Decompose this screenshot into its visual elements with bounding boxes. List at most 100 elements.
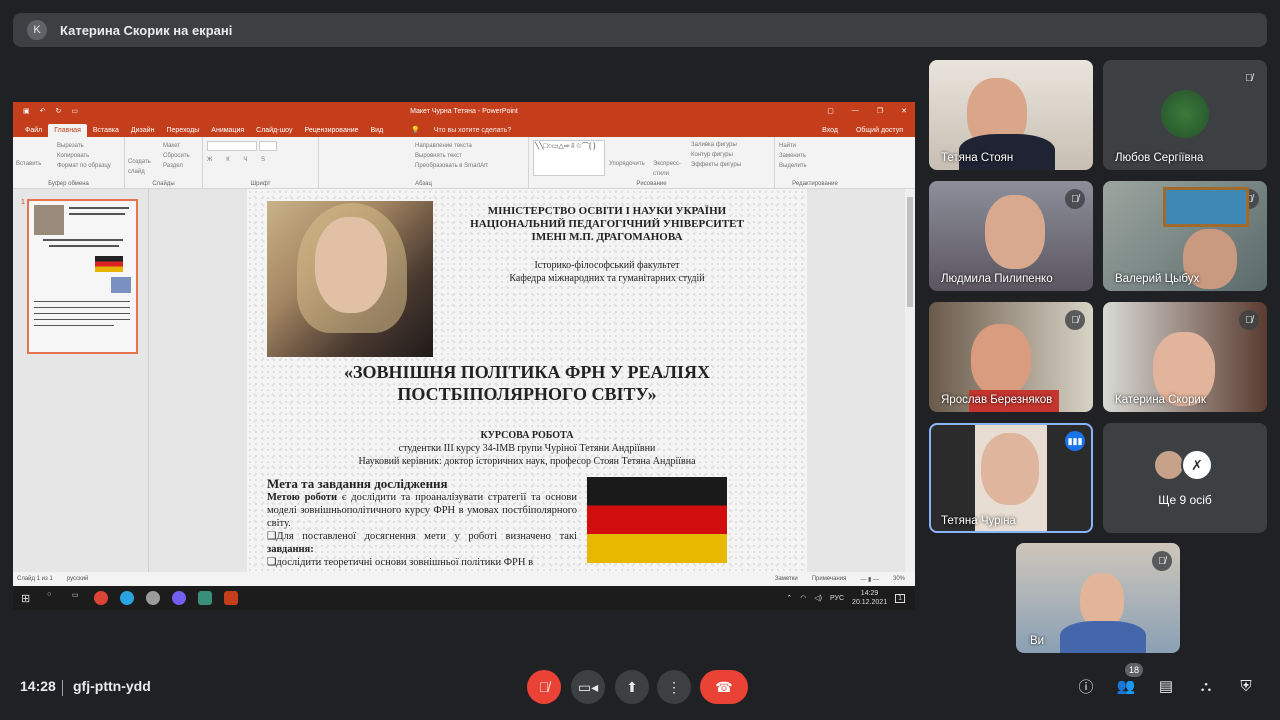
tab-slideshow[interactable]: Слайд-шоу — [250, 124, 298, 137]
taskbar-clock[interactable]: 14:29 20.12.2021 — [852, 589, 887, 607]
share-button[interactable]: Общий доступ — [850, 124, 909, 137]
tab-insert[interactable]: Вставка — [87, 124, 125, 137]
activities-button[interactable]: ⛬ — [1194, 674, 1218, 698]
notes-button[interactable]: Заметки — [775, 576, 798, 583]
zoom-level[interactable]: 30% — [893, 576, 905, 583]
smartart-button[interactable]: Преобразовать в SmartArt — [415, 161, 524, 171]
host-controls-button[interactable]: ⛨ — [1234, 674, 1258, 698]
participant-name: Ярослав Березняков — [941, 394, 1053, 406]
quick-styles-button[interactable]: Экспресс-стили — [653, 159, 683, 179]
wifi-icon[interactable]: ◠ — [800, 594, 806, 602]
replace-button[interactable]: Заменить — [779, 151, 851, 161]
text-direction-button[interactable]: Направление текста — [415, 141, 524, 151]
presenter-avatar: K — [27, 20, 47, 40]
chat-button[interactable]: ▤ — [1154, 674, 1178, 698]
task-view-icon[interactable]: ▭ — [68, 591, 82, 605]
photos-icon[interactable] — [198, 591, 213, 605]
comments-button[interactable]: Примечания — [812, 576, 847, 583]
slide-thumbnail[interactable] — [27, 199, 138, 354]
people-button[interactable]: 👥 — [1114, 674, 1138, 698]
mic-off-icon: 🎙̸ — [1152, 551, 1172, 571]
language-status[interactable]: русский — [67, 576, 89, 582]
pp-workspace: 1 МІНІСТЕРСТВО ОСВІТИ І НАУКИ УКРАЇНИ НА… — [13, 189, 915, 572]
participant-tile[interactable]: 🎙̸ Катерина Скорик — [1103, 302, 1267, 412]
speaking-indicator-icon: ▮▮▮ — [1065, 431, 1085, 451]
section-button[interactable]: Раздел — [163, 161, 198, 171]
present-screen-button[interactable]: ⬆ — [615, 670, 649, 704]
leave-call-button[interactable]: ☎ — [700, 670, 748, 704]
slide-canvas[interactable]: МІНІСТЕРСТВО ОСВІТИ І НАУКИ УКРАЇНИ НАЦІ… — [247, 189, 807, 572]
cut-button[interactable]: Вырезать — [57, 141, 120, 151]
department: Кафедра міжнародних та гуманітарних студ… — [509, 273, 705, 284]
vertical-scrollbar[interactable] — [905, 189, 915, 572]
arrange-button[interactable]: Упорядочить — [609, 159, 645, 169]
tab-home[interactable]: Главная — [48, 124, 87, 137]
layout-button[interactable]: Макет — [163, 141, 198, 151]
search-icon[interactable]: ○ — [42, 591, 56, 605]
font-style-buttons[interactable]: Ж К Ч S — [207, 155, 314, 165]
select-button[interactable]: Выделить — [779, 161, 851, 171]
info-button[interactable]: ⓘ — [1074, 674, 1098, 698]
shapes-gallery[interactable]: ╲╲□○▭△⇨⇩☆⌒{ } — [533, 140, 605, 176]
participant-tile[interactable]: ▮▮▮ Тетяна Чуріна — [929, 423, 1093, 533]
phone-hangup-icon: ☎ — [715, 678, 733, 695]
mic-off-icon: 🎙̸ — [1239, 310, 1259, 330]
font-size-select[interactable] — [259, 141, 277, 151]
close-icon[interactable]: ✕ — [901, 107, 907, 115]
pp-titlebar: ▣ ↶ ↻ ▭ Макет Чурна Тетяна - PowerPoint ▢ — ❐… — [13, 102, 915, 120]
camera-toggle-button[interactable]: ▭◂ — [571, 670, 605, 704]
ribbon-options-icon[interactable]: ▢ — [827, 107, 834, 115]
pp-tabs: Файл Главная Вставка Дизайн Переходы Ани… — [13, 120, 915, 137]
chrome-icon[interactable] — [94, 591, 109, 605]
format-painter-button[interactable]: Формат по образцу — [57, 161, 120, 171]
header-line: НАЦІОНАЛЬНИЙ ПЕДАГОГІЧНИЙ УНІВЕРСИТЕТ — [470, 218, 744, 230]
tab-transitions[interactable]: Переходы — [160, 124, 205, 137]
reset-button[interactable]: Сбросить — [163, 151, 198, 161]
font-family-select[interactable] — [207, 141, 257, 151]
zoom-slider[interactable]: — ▮ — — [860, 576, 879, 583]
new-slide-button[interactable]: Создать слайд — [128, 157, 158, 177]
divider — [62, 680, 63, 696]
sign-in-link[interactable]: Вход — [816, 124, 844, 137]
telegram-icon[interactable] — [120, 591, 135, 605]
tab-file[interactable]: Файл — [19, 124, 48, 137]
tab-view[interactable]: Вид — [365, 124, 390, 137]
tab-animation[interactable]: Анимация — [205, 124, 250, 137]
participant-tile[interactable]: 🎙̸ Людмила Пилипенко — [929, 181, 1093, 291]
participant-video — [985, 195, 1045, 269]
shape-fill-button[interactable]: Заливка фигуры — [691, 140, 741, 150]
copy-button[interactable]: Копировать — [57, 151, 120, 161]
tab-design[interactable]: Дизайн — [125, 124, 161, 137]
thumb-line — [34, 325, 114, 326]
shape-effects-button[interactable]: Эффекты фигуры — [691, 160, 741, 170]
powerpoint-icon[interactable] — [224, 591, 239, 605]
windows-start-icon[interactable]: ⊞ — [21, 592, 30, 605]
find-button[interactable]: Найти — [779, 141, 851, 151]
more-options-button[interactable]: ⋮ — [657, 670, 691, 704]
tray-up-icon[interactable]: ⌃ — [786, 594, 792, 602]
align-text-button[interactable]: Выровнять текст — [415, 151, 524, 161]
tell-me-input[interactable]: 💡 Что вы хотите сделать? — [399, 123, 523, 137]
scroll-thumb[interactable] — [907, 197, 913, 307]
section-heading: Мета та завдання дослідження — [267, 476, 448, 491]
app-icon[interactable] — [146, 591, 161, 605]
thumb-line — [43, 239, 123, 241]
participant-name: Тетяна Чуріна — [941, 515, 1016, 527]
input-language[interactable]: РУС — [830, 595, 844, 602]
volume-icon[interactable]: ◁) — [814, 594, 822, 602]
tab-review[interactable]: Рецензирование — [298, 124, 364, 137]
more-participants-tile[interactable]: ✗ Ще 9 осіб — [1103, 423, 1267, 533]
maximize-icon[interactable]: ❐ — [877, 107, 883, 115]
participant-tile[interactable]: Тетяна Стоян — [929, 60, 1093, 170]
viber-icon[interactable] — [172, 591, 187, 605]
notification-icon[interactable]: 1 — [895, 593, 905, 603]
mic-toggle-button[interactable]: 🎙̸ — [527, 670, 561, 704]
participant-tile[interactable]: 🎙̸ Ярослав Березняков — [929, 302, 1093, 412]
participant-tile[interactable]: 🎙̸ Любов Сергіївна — [1103, 60, 1267, 170]
participant-name: Любов Сергіївна — [1115, 152, 1204, 164]
shape-outline-button[interactable]: Контур фигуры — [691, 150, 741, 160]
minimize-icon[interactable]: — — [852, 107, 859, 115]
self-view-tile[interactable]: 🎙̸ Ви — [1016, 543, 1180, 653]
paste-button[interactable]: Вставить — [16, 159, 41, 169]
participant-tile[interactable]: 🎙̸ Валерий Цыбух — [1103, 181, 1267, 291]
